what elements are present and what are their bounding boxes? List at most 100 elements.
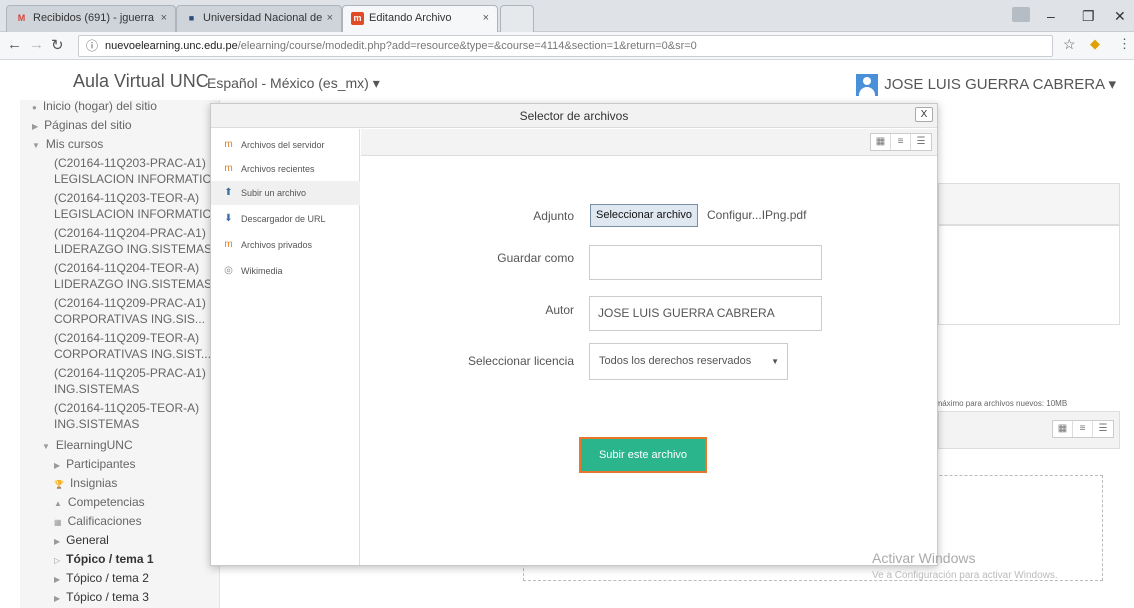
sidebar-item-course[interactable]: CORPORATIVAS ING.SIST... <box>54 347 211 361</box>
bg-box <box>938 183 1120 225</box>
url-input[interactable]: ⓘ nuevoelearning.unc.edu.pe/elearning/co… <box>78 35 1053 57</box>
reload-icon[interactable]: ↻ <box>51 36 64 54</box>
sidebar-item-course[interactable]: LEGISLACION INFORMATIC <box>54 172 211 186</box>
sidebar-item-home[interactable]: ● Inicio (hogar) del sitio <box>32 100 157 113</box>
repo-url-downloader[interactable]: ⬇ Descargador de URL <box>211 207 360 231</box>
sidebar-item-course[interactable]: (C20164-11Q204-TEOR-A) <box>54 261 199 275</box>
site-brand[interactable]: Aula Virtual UNC <box>73 71 209 92</box>
navigation-sidebar: ● Inicio (hogar) del sitio ▶ Páginas del s… <box>20 100 220 608</box>
browser-tab-strip: M Recibidos (691) - jguerra × ■ Universi… <box>0 0 1134 33</box>
download-icon: ⬇ <box>224 213 233 224</box>
author-input[interactable]: JOSE LUIS GUERRA CABRERA <box>589 296 822 331</box>
url-host: nuevoelearning.unc.edu.pe <box>105 40 238 52</box>
license-select[interactable]: Todos los derechos reservados ▼ <box>589 343 788 380</box>
sidebar-item-course[interactable]: LIDERAZGO ING.SISTEMAS <box>54 242 212 256</box>
university-icon: ■ <box>188 13 195 23</box>
license-value: Todos los derechos reservados <box>599 355 752 367</box>
list-view-icon[interactable]: ≡ <box>1073 421 1093 437</box>
activate-windows-subtext: Ve a Configuración para activar Windows. <box>872 570 1058 581</box>
repo-private-files[interactable]: m Archivos privados <box>211 233 360 257</box>
repo-wikimedia[interactable]: ◎ Wikimedia <box>211 259 360 283</box>
close-dialog-button[interactable]: X <box>915 107 933 122</box>
url-path: /elearning/course/modedit.php?add=resour… <box>237 40 697 52</box>
sidebar-item-course[interactable]: (C20164-11Q209-PRAC-A1) <box>54 296 206 310</box>
icons-view-icon[interactable]: ▦ <box>1053 421 1073 437</box>
view-buttons: ▦ ≡ ☰ <box>870 133 932 151</box>
competency-icon: ▲ <box>54 499 62 508</box>
language-menu[interactable]: Español - México (es_mx) ▾ <box>207 75 380 92</box>
sidebar-item-site-pages[interactable]: ▶ Páginas del sitio <box>32 118 132 132</box>
moodle-logo-icon: m <box>224 163 233 174</box>
sidebar-item-topic-2[interactable]: ▶ Tópico / tema 2 <box>54 571 149 585</box>
tree-view-icon[interactable]: ☰ <box>911 134 931 150</box>
sidebar-item-participants[interactable]: ▶ Participantes <box>54 457 136 471</box>
back-icon[interactable]: ← <box>7 36 22 53</box>
license-label: Seleccionar licencia <box>467 354 574 368</box>
tab-gmail[interactable]: M Recibidos (691) - jguerra × <box>6 5 176 32</box>
adjunto-label: Adjunto <box>533 209 574 223</box>
bg-filemanager-toolbar: ▦ ≡ ☰ <box>938 411 1120 449</box>
sidebar-item-course[interactable]: (C20164-11Q203-TEOR-A) <box>54 191 199 205</box>
sidebar-item-course[interactable]: (C20164-11Q205-PRAC-A1) <box>54 366 206 380</box>
trophy-icon: 🏆 <box>54 480 64 489</box>
repo-upload-file[interactable]: ⬆ Subir un archivo <box>211 181 360 205</box>
forward-icon[interactable]: → <box>29 36 44 53</box>
sidebar-item-course[interactable]: ING.SISTEMAS <box>54 382 139 396</box>
sidebar-item-course[interactable]: LIDERAZGO ING.SISTEMAS <box>54 277 212 291</box>
sidebar-item-course[interactable]: LEGISLACION INFORMATIC <box>54 207 211 221</box>
icons-view-icon[interactable]: ▦ <box>871 134 891 150</box>
moodle-logo-icon: m <box>224 239 233 250</box>
wikimedia-icon: ◎ <box>224 265 233 276</box>
repository-list: m Archivos del servidor m Archivos recient… <box>211 129 360 565</box>
dialog-title: Selector de archivos <box>211 104 937 128</box>
extension-icon[interactable]: ◆ <box>1090 36 1100 52</box>
upload-file-button[interactable]: Subir este archivo <box>579 437 707 473</box>
minimize-icon[interactable]: – <box>1047 8 1055 24</box>
sidebar-item-topic-3[interactable]: ▶ Tópico / tema 3 <box>54 590 149 604</box>
upload-icon: ⬆ <box>224 187 233 198</box>
sidebar-item-course[interactable]: (C20164-11Q205-TEOR-A) <box>54 401 199 415</box>
sidebar-item-my-courses[interactable]: ▼ Mis cursos <box>32 137 103 151</box>
sidebar-item-badges[interactable]: 🏆 Insignias <box>54 476 117 490</box>
tab-editando-archivo[interactable]: m Editando Archivo × <box>342 5 498 33</box>
file-picker-toolbar: ▦ ≡ ☰ <box>361 129 937 156</box>
restore-icon[interactable]: ❐ <box>1082 8 1095 25</box>
info-icon[interactable]: ⓘ <box>86 36 98 56</box>
sidebar-item-course[interactable]: ING.SISTEMAS <box>54 417 139 431</box>
sidebar-item-topic-1[interactable]: ▷ Tópico / tema 1 <box>54 552 154 566</box>
file-picker-dialog: Selector de archivos X m Archivos del ser… <box>210 103 938 566</box>
close-window-icon[interactable]: ✕ <box>1114 8 1126 25</box>
new-tab-button[interactable] <box>500 5 534 32</box>
bookmark-star-icon[interactable]: ☆ <box>1063 36 1076 53</box>
address-toolbar: ← → ↻ ⓘ nuevoelearning.unc.edu.pe/elearn… <box>0 32 1134 60</box>
bg-view-buttons[interactable]: ▦ ≡ ☰ <box>1052 420 1114 438</box>
tab-label: Universidad Nacional de <box>203 12 323 24</box>
sidebar-item-course[interactable]: CORPORATIVAS ING.SIS... <box>54 312 205 326</box>
activate-windows-watermark: Activar Windows <box>872 550 976 566</box>
menu-kebab-icon[interactable]: ⋮ <box>1118 36 1131 52</box>
close-tab-icon[interactable]: × <box>161 6 167 31</box>
profile-icon[interactable] <box>1012 7 1030 22</box>
site-header: Aula Virtual UNC Español - México (es_mx… <box>0 61 1134 105</box>
close-tab-icon[interactable]: × <box>327 6 333 31</box>
list-view-icon[interactable]: ≡ <box>891 134 911 150</box>
user-name: JOSE LUIS GUERRA CABRERA ▾ <box>884 75 1116 93</box>
tab-universidad[interactable]: ■ Universidad Nacional de × <box>176 5 342 32</box>
sidebar-item-grades[interactable]: ▦ Calificaciones <box>54 514 142 528</box>
sidebar-item-general[interactable]: ▶ General <box>54 533 109 547</box>
choose-file-button[interactable]: Seleccionar archivo <box>590 204 698 227</box>
save-as-label: Guardar como <box>497 251 574 265</box>
save-as-input[interactable] <box>589 245 822 280</box>
sidebar-item-competencies[interactable]: ▲ Competencias <box>54 495 145 509</box>
close-tab-icon[interactable]: × <box>483 6 489 31</box>
sidebar-item-course[interactable]: (C20164-11Q204-PRAC-A1) <box>54 226 206 240</box>
user-menu[interactable]: JOSE LUIS GUERRA CABRERA ▾ <box>856 74 1116 96</box>
moodle-icon: m <box>351 12 364 25</box>
tab-label: Recibidos (691) - jguerra <box>33 12 155 24</box>
sidebar-item-course[interactable]: (C20164-11Q209-TEOR-A) <box>54 331 199 345</box>
sidebar-item-elearningunc[interactable]: ▼ ElearningUNC <box>42 438 133 452</box>
sidebar-item-course[interactable]: (C20164-11Q203-PRAC-A1) <box>54 156 206 170</box>
tree-view-icon[interactable]: ☰ <box>1093 421 1113 437</box>
repo-recent-files[interactable]: m Archivos recientes <box>211 157 360 181</box>
repo-server-files[interactable]: m Archivos del servidor <box>211 133 360 157</box>
